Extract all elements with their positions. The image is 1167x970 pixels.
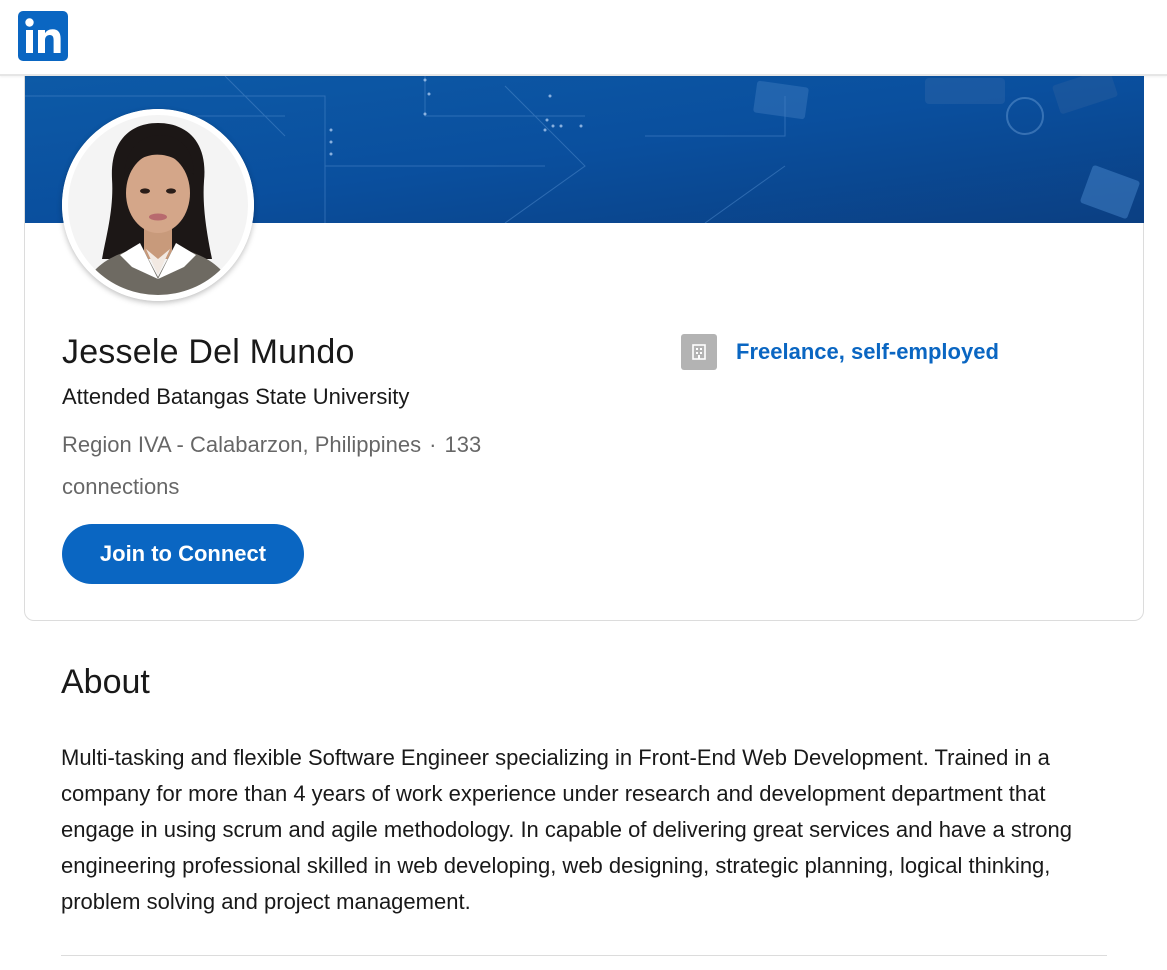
top-nav-bar	[0, 0, 1167, 76]
company-name-link[interactable]: Freelance, self-employed	[736, 339, 999, 365]
section-divider	[61, 955, 1107, 956]
profile-photo[interactable]	[62, 109, 254, 301]
profile-meta: Region IVA - Calabarzon, Philippines · 133…	[62, 424, 532, 508]
join-to-connect-button[interactable]: Join to Connect	[62, 524, 304, 584]
current-company[interactable]: Freelance, self-employed	[681, 333, 999, 371]
profile-card: Jessele Del Mundo Attended Batangas Stat…	[24, 76, 1144, 621]
about-heading: About	[61, 663, 150, 701]
profile-headline: Attended Batangas State University	[62, 384, 410, 409]
profile-location: Region IVA - Calabarzon, Philippines	[62, 432, 422, 457]
meta-separator: ·	[429, 432, 437, 457]
about-text: Multi-tasking and flexible Software Engi…	[61, 745, 1073, 914]
linkedin-logo-icon[interactable]	[18, 11, 68, 61]
profile-name: Jessele Del Mundo	[62, 333, 355, 371]
company-building-icon	[681, 334, 717, 370]
